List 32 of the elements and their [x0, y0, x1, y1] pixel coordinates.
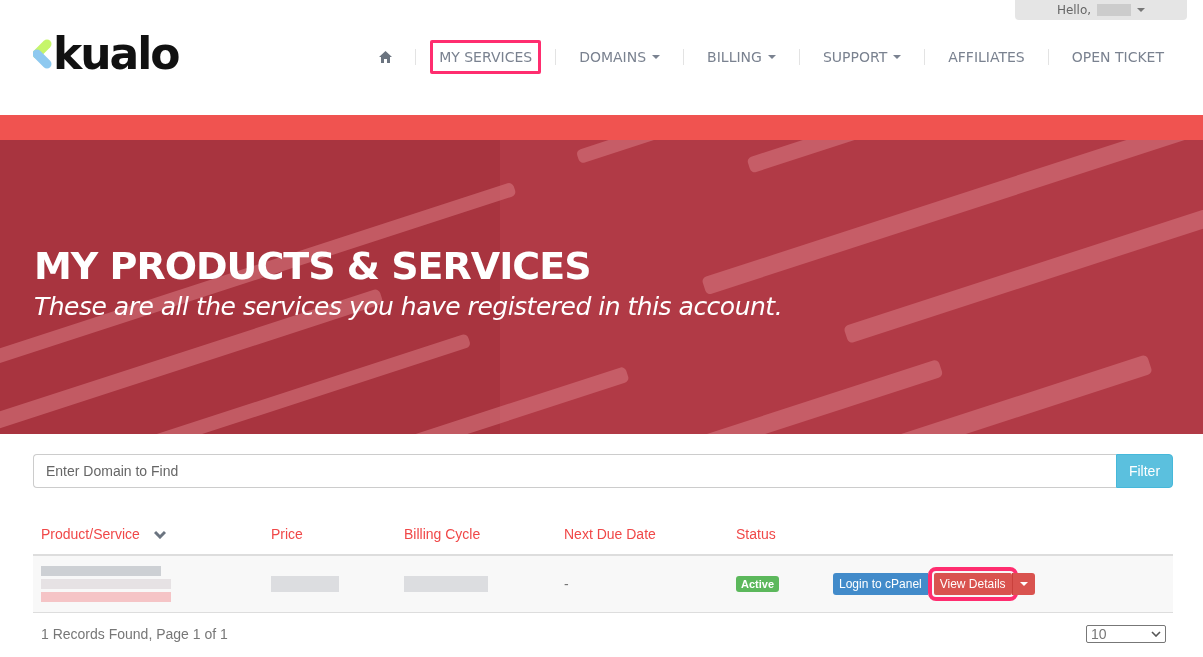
column-header[interactable]: Price [271, 526, 303, 542]
caret-icon [893, 55, 902, 59]
records-count: 1 Records Found, Page 1 of 1 [41, 626, 228, 642]
column-header[interactable]: Billing Cycle [404, 526, 481, 542]
status-badge: Active [736, 576, 780, 592]
nav-link[interactable]: BILLING [698, 40, 785, 74]
nav-link[interactable]: DOMAINS [570, 40, 670, 74]
dropdown-button[interactable] [1011, 573, 1035, 595]
redacted-text [271, 576, 339, 592]
page-title: MY PRODUCTS & SERVICES [34, 246, 592, 288]
nav-link[interactable]: MY SERVICES [430, 40, 542, 74]
nav-link[interactable]: SUPPORT [813, 40, 911, 74]
home-icon [379, 51, 393, 63]
redacted-name [1097, 4, 1132, 16]
page-subtitle: These are all the services you have registered in this account. [34, 291, 784, 321]
chevron-icon [1151, 631, 1161, 637]
page-size-select[interactable]: 10 [1086, 625, 1166, 643]
logo[interactable]: kualo [33, 14, 179, 94]
search-field[interactable]: Enter Domain to Find [33, 454, 1116, 488]
caret-icon [652, 55, 661, 59]
login-button[interactable]: Login to cPanel [833, 573, 928, 595]
column-header[interactable]: Product/Service [41, 526, 140, 542]
column-header[interactable]: Next Due Date [564, 526, 656, 542]
nav-link[interactable]: AFFILIATES [939, 40, 1034, 74]
caret-icon [767, 55, 776, 59]
column-header[interactable]: Status [736, 526, 776, 542]
nav-link[interactable]: OPEN TICKET [1062, 40, 1173, 74]
caret-icon [1137, 8, 1146, 12]
user-menu[interactable]: Hello, [1015, 0, 1187, 20]
caret-icon [1019, 582, 1028, 586]
table-cell: - [564, 576, 569, 592]
filter-button[interactable]: Filter [1116, 454, 1173, 488]
